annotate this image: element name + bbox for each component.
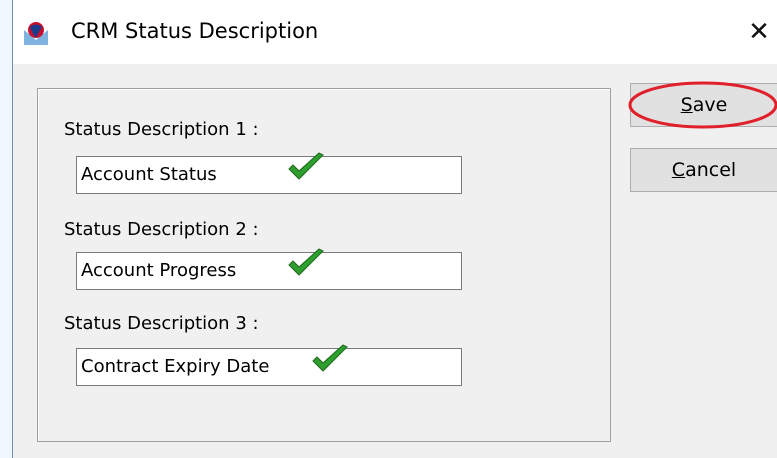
check-icon	[288, 248, 324, 276]
save-label: ave	[692, 94, 728, 116]
status-description-2-value: Account Progress	[81, 260, 237, 281]
close-icon: ✕	[748, 17, 770, 47]
status-description-3-label: Status Description 3 :	[64, 313, 259, 334]
status-description-1-input[interactable]: Account Status	[76, 156, 462, 194]
status-description-1-value: Account Status	[81, 164, 217, 185]
status-description-group: Status Description 1 : Account Status St…	[37, 88, 611, 442]
save-accelerator: S	[680, 94, 693, 116]
status-description-2-label: Status Description 2 :	[64, 219, 259, 240]
dialog-title: CRM Status Description	[71, 19, 319, 43]
title-bar[interactable]: CRM Status Description ✕	[13, 0, 777, 64]
cancel-label: ancel	[685, 159, 737, 181]
check-icon	[312, 344, 348, 372]
save-button[interactable]: Save	[630, 83, 777, 127]
close-button[interactable]: ✕	[741, 12, 777, 52]
cancel-button[interactable]: Cancel	[630, 148, 777, 192]
status-description-2-input[interactable]: Account Progress	[76, 252, 462, 290]
crm-status-description-dialog: CRM Status Description ✕ Status Descript…	[12, 0, 777, 458]
check-icon	[288, 152, 324, 180]
status-description-1-label: Status Description 1 :	[64, 119, 259, 140]
status-description-3-input[interactable]: Contract Expiry Date	[76, 348, 462, 386]
status-description-3-value: Contract Expiry Date	[81, 356, 270, 377]
app-globe-icon	[24, 22, 48, 45]
cancel-accelerator: C	[671, 159, 686, 181]
